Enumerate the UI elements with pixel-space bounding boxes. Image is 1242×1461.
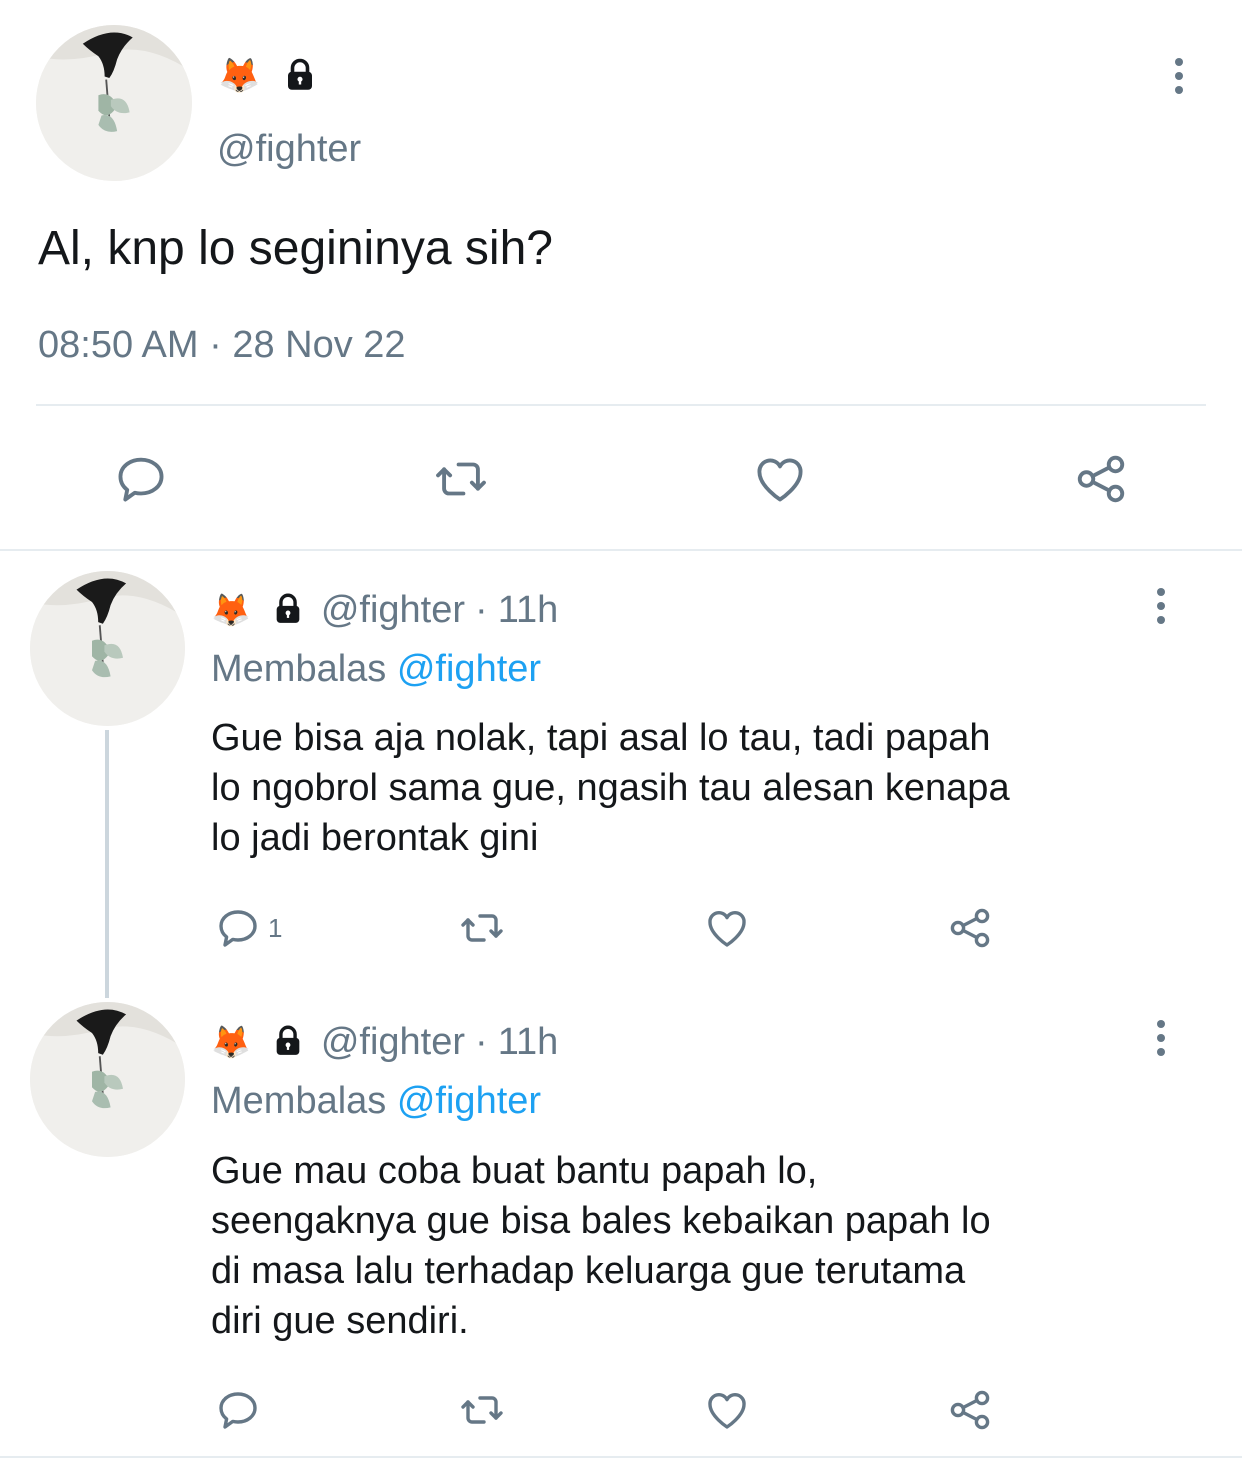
replying-prefix: Membalas — [211, 1080, 387, 1122]
reply-icon — [118, 457, 164, 502]
lock-icon — [271, 591, 305, 630]
avatar-image — [30, 571, 185, 726]
retweet-button[interactable] — [456, 1386, 508, 1434]
share-button[interactable] — [944, 1386, 996, 1434]
fox-emoji: 🦊 — [218, 57, 261, 95]
like-icon — [708, 910, 746, 947]
reply-text: Gue mau coba buat bantu papah lo, seenga… — [211, 1146, 1201, 1346]
avatar-image — [36, 25, 192, 181]
separator-dot: · — [475, 588, 488, 631]
relative-time[interactable]: 11h — [498, 1021, 559, 1064]
lock-icon — [271, 1023, 305, 1062]
replying-prefix: Membalas — [211, 648, 387, 690]
text-line: di masa lalu terhadap keluarga gue terut… — [211, 1250, 966, 1292]
reply-icon — [219, 1392, 257, 1429]
separator-dot: · — [475, 1020, 488, 1063]
avatar-image — [30, 1002, 185, 1157]
reply-text: Gue bisa aja nolak, tapi asal lo tau, ta… — [211, 713, 1201, 863]
username[interactable]: @fighter — [217, 128, 361, 171]
text-line: lo ngobrol sama gue, ngasih tau alesan k… — [211, 767, 1010, 809]
like-button[interactable] — [702, 1386, 752, 1434]
reply-button[interactable]: 1 — [214, 904, 282, 952]
share-button[interactable] — [1070, 450, 1132, 508]
retweet-icon — [461, 1396, 503, 1424]
like-icon — [708, 1392, 746, 1429]
text-line: lo jadi berontak gini — [211, 817, 539, 859]
retweet-button[interactable] — [456, 904, 508, 952]
replying-to: Membalas @fighter — [211, 1080, 541, 1123]
share-icon — [950, 908, 990, 948]
text-line: seengaknya gue bisa bales kebaikan papah… — [211, 1200, 991, 1242]
reply-icon — [219, 910, 257, 947]
avatar[interactable] — [30, 571, 185, 726]
username[interactable]: @fighter — [321, 1021, 465, 1064]
reply-button[interactable] — [112, 450, 170, 508]
share-icon — [950, 1390, 990, 1430]
replying-to: Membalas @fighter — [211, 648, 541, 691]
more-options-button[interactable] — [1168, 58, 1190, 94]
like-icon — [757, 458, 803, 502]
text-line: Gue bisa aja nolak, tapi asal lo tau, ta… — [211, 717, 991, 759]
share-icon — [1077, 455, 1125, 503]
like-button[interactable] — [702, 904, 752, 952]
fox-emoji: 🦊 — [211, 592, 251, 628]
thread-line — [105, 730, 109, 998]
reply-header: 🦊 @fighter · 11h — [211, 1018, 558, 1066]
text-line: Gue mau coba buat bantu papah lo, — [211, 1150, 818, 1192]
avatar[interactable] — [30, 1002, 185, 1157]
retweet-button[interactable] — [430, 450, 492, 508]
timestamp[interactable]: 08:50 AM · 28 Nov 22 — [38, 324, 406, 367]
text-line: diri gue sendiri. — [211, 1300, 469, 1342]
mention-link[interactable]: @fighter — [397, 648, 541, 690]
retweet-icon — [436, 462, 486, 496]
display-name: 🦊 — [218, 56, 318, 96]
more-options-button[interactable] — [1150, 1020, 1172, 1056]
reply-count: 1 — [268, 912, 283, 943]
like-button[interactable] — [750, 450, 810, 508]
tweet-text: Al, knp lo segininya sih? — [38, 222, 553, 275]
reply-header: 🦊 @fighter · 11h — [211, 586, 558, 634]
bottom-divider — [0, 1456, 1242, 1458]
relative-time[interactable]: 11h — [498, 589, 559, 632]
fox-emoji: 🦊 — [211, 1024, 251, 1060]
more-options-button[interactable] — [1150, 588, 1172, 624]
username[interactable]: @fighter — [321, 589, 465, 632]
divider — [36, 404, 1206, 406]
retweet-icon — [461, 914, 503, 942]
mention-link[interactable]: @fighter — [397, 1080, 541, 1122]
reply-button[interactable] — [214, 1386, 268, 1434]
avatar[interactable] — [36, 25, 192, 181]
share-button[interactable] — [944, 904, 996, 952]
lock-icon — [282, 56, 318, 97]
section-divider — [0, 549, 1242, 551]
